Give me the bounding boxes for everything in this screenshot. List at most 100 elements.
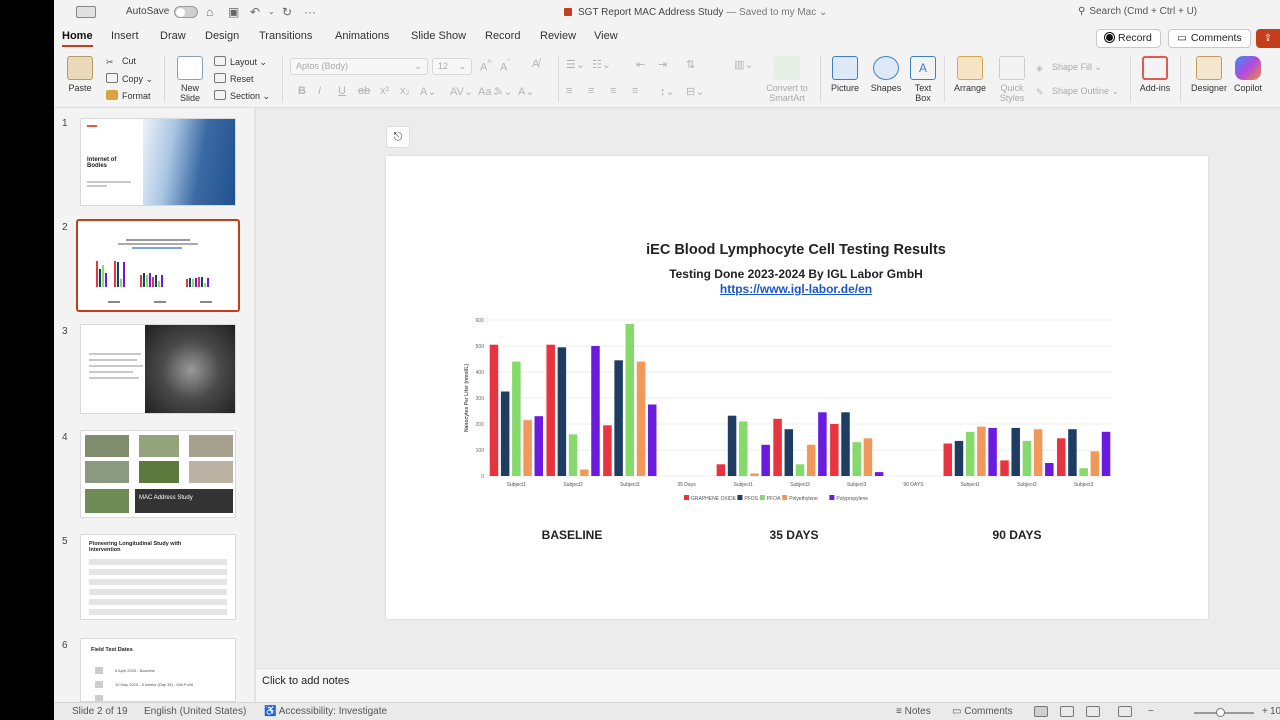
- autosave-toggle[interactable]: [174, 6, 198, 18]
- text-effects-icon[interactable]: A⌄: [420, 85, 437, 98]
- zoom-out-icon[interactable]: −: [1148, 706, 1154, 717]
- slide-thumbnail-5[interactable]: Pioneering Longitudinal Study with Inter…: [80, 534, 236, 620]
- slide-thumbnail-6[interactable]: Field Test Dates 6 April 2025 - Baseline…: [80, 638, 236, 702]
- zoom-level[interactable]: 107: [1270, 706, 1280, 717]
- notes-placeholder[interactable]: Click to add notes: [262, 675, 349, 687]
- font-name-select[interactable]: Aptos (Body) ⌄: [290, 58, 428, 75]
- superscript-icon[interactable]: x₂: [400, 85, 410, 97]
- slide-subtitle[interactable]: Testing Done 2023-2024 By IGL Labor GmbH: [386, 267, 1206, 281]
- bar-graphene-oxide: [773, 418, 782, 476]
- undo-dropdown-icon[interactable]: ⌄: [268, 6, 275, 18]
- shapes-button[interactable]: Shapes: [866, 56, 906, 93]
- notes-toggle[interactable]: ≡ Notes: [896, 706, 931, 717]
- tab-animations[interactable]: Animations: [335, 30, 389, 42]
- arrange-button[interactable]: Arrange: [950, 56, 990, 93]
- save-icon[interactable]: ▣: [228, 6, 239, 18]
- comments-button[interactable]: ▭ Comments: [1168, 29, 1251, 48]
- tab-slide-show[interactable]: Slide Show: [411, 30, 466, 42]
- shape-fill-button[interactable]: ◈ Shape Fill ⌄: [1036, 62, 1102, 73]
- highlight-icon[interactable]: ✎⌄: [494, 85, 512, 98]
- subscript-icon[interactable]: x²: [380, 85, 389, 97]
- picture-button[interactable]: Picture: [826, 56, 864, 93]
- tab-review[interactable]: Review: [540, 30, 576, 42]
- tab-draw[interactable]: Draw: [160, 30, 186, 42]
- slide-thumbnail-2[interactable]: [76, 219, 240, 312]
- underline-icon[interactable]: U: [338, 85, 346, 97]
- redo-icon[interactable]: ↻: [282, 6, 292, 18]
- convert-to-smartart-button[interactable]: Convert to SmartArt: [758, 56, 816, 103]
- bar-chart[interactable]: 0 100 200 300 400 500 600 Nanocytes Per Liter (…: [456, 312, 1136, 512]
- format-painter-button[interactable]: Format: [106, 90, 151, 101]
- tab-insert[interactable]: Insert: [111, 30, 139, 42]
- align-center-icon[interactable]: ≡: [588, 85, 594, 97]
- tab-home[interactable]: Home: [62, 30, 93, 47]
- legend-swatch: [829, 495, 835, 500]
- more-icon[interactable]: ···: [304, 6, 316, 18]
- undo-icon[interactable]: ↶: [250, 6, 260, 18]
- numbering-icon[interactable]: ☷⌄: [592, 58, 611, 71]
- add-ins-button[interactable]: Add-ins: [1136, 56, 1174, 93]
- character-spacing-icon[interactable]: AV⌄: [450, 85, 473, 98]
- copilot-button[interactable]: Copilot: [1230, 56, 1266, 93]
- increase-indent-icon[interactable]: ⇥: [658, 58, 667, 71]
- zoom-slider-knob[interactable]: [1216, 708, 1225, 717]
- slide-thumbnail-4[interactable]: MAC Address Study: [80, 430, 236, 518]
- notes-pane[interactable]: Click to add notes: [256, 668, 1280, 702]
- font-size-select[interactable]: 12 ⌄: [432, 58, 472, 75]
- line-spacing-icon[interactable]: ↕⌄: [660, 85, 675, 98]
- comments-toggle[interactable]: ▭ Comments: [952, 706, 1013, 717]
- document-title[interactable]: SGT Report MAC Address Study — Saved to …: [564, 7, 827, 18]
- slide-thumbnail-1[interactable]: Internet of Bodies: [80, 118, 236, 206]
- tab-transitions[interactable]: Transitions: [259, 30, 312, 42]
- italic-icon[interactable]: I: [318, 85, 321, 97]
- align-left-icon[interactable]: ≡: [566, 85, 572, 97]
- language-indicator[interactable]: English (United States): [144, 706, 246, 717]
- copy-button[interactable]: Copy ⌄: [106, 73, 153, 85]
- reading-view-icon[interactable]: [1086, 706, 1100, 717]
- sidebar-toggle-icon[interactable]: [76, 6, 96, 18]
- justify-icon[interactable]: ≡: [632, 85, 638, 97]
- tab-view[interactable]: View: [594, 30, 618, 42]
- columns-icon[interactable]: ▥⌄: [734, 58, 754, 71]
- accessibility-checker[interactable]: ♿ Accessibility: Investigate: [264, 706, 387, 717]
- record-button[interactable]: Record: [1096, 29, 1161, 48]
- increase-font-icon[interactable]: A^: [480, 58, 492, 74]
- section-button[interactable]: Section ⌄: [214, 90, 270, 102]
- layout-button[interactable]: Layout ⌄: [214, 56, 267, 68]
- designer-suggestion-icon[interactable]: ⎋: [386, 126, 410, 148]
- quick-styles-button[interactable]: Quick Styles: [994, 56, 1030, 103]
- text-box-button[interactable]: A Text Box: [908, 56, 938, 103]
- align-text-icon[interactable]: ⊟⌄: [686, 85, 704, 98]
- new-slide-button[interactable]: New Slide: [170, 56, 210, 103]
- home-icon[interactable]: ⌂: [206, 6, 213, 18]
- tab-record[interactable]: Record: [485, 30, 520, 42]
- slide-show-view-icon[interactable]: [1118, 706, 1132, 717]
- designer-button[interactable]: Designer: [1188, 56, 1230, 93]
- tab-design[interactable]: Design: [205, 30, 239, 42]
- decrease-indent-icon[interactable]: ⇤: [636, 58, 645, 71]
- strikethrough-icon[interactable]: ab: [358, 85, 370, 97]
- slide-title[interactable]: iEC Blood Lymphocyte Cell Testing Result…: [386, 242, 1206, 258]
- search-input[interactable]: ⚲ Search (Cmd + Ctrl + U): [1078, 6, 1197, 17]
- reset-button[interactable]: Reset: [214, 73, 254, 84]
- zoom-slider[interactable]: [1194, 708, 1254, 717]
- current-slide[interactable]: iEC Blood Lymphocyte Cell Testing Result…: [386, 156, 1208, 619]
- font-color-icon[interactable]: A⌄: [518, 85, 535, 98]
- align-right-icon[interactable]: ≡: [610, 85, 616, 97]
- paste-button[interactable]: Paste: [64, 56, 96, 93]
- bullets-icon[interactable]: ☰⌄: [566, 58, 585, 71]
- source-link[interactable]: https://www.igl-labor.de/en: [386, 282, 1206, 296]
- bar-polyethylene: [977, 426, 986, 476]
- bold-icon[interactable]: B: [298, 85, 306, 97]
- share-button[interactable]: ⇪: [1256, 29, 1280, 48]
- text-direction-icon[interactable]: ⇅: [686, 58, 695, 71]
- slide-sorter-view-icon[interactable]: [1060, 706, 1074, 717]
- shape-outline-button[interactable]: ✎ Shape Outline ⌄: [1036, 86, 1119, 97]
- cut-button[interactable]: ✂ Cut: [106, 56, 136, 67]
- clear-formatting-icon[interactable]: A̸: [532, 58, 539, 70]
- thumbnail-text-line: [89, 353, 141, 355]
- decrease-font-icon[interactable]: Aˇ: [500, 58, 510, 74]
- normal-view-icon[interactable]: [1034, 706, 1048, 717]
- slide-thumbnail-3[interactable]: [80, 324, 236, 414]
- zoom-in-icon[interactable]: +: [1262, 706, 1268, 717]
